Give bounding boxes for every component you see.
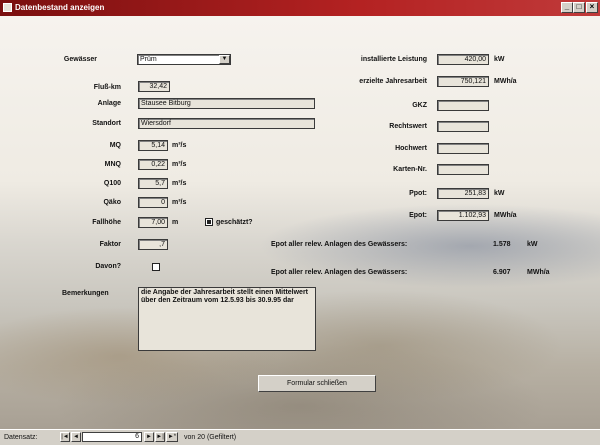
bemerkungen-text: die Angabe der Jahresarbeit stellt einen… <box>141 289 309 304</box>
mnq-label: MNQ <box>104 161 121 168</box>
new-record-button[interactable]: ►* <box>166 432 178 442</box>
jahresarbeit-label: erzielte Jahresarbeit <box>359 78 427 85</box>
hochwert-label: Hochwert <box>395 145 427 152</box>
record-count-text: von 20 (Gefiltert) <box>184 434 237 441</box>
q100-field[interactable]: 5,7 <box>138 178 168 189</box>
epot-label: Epot: <box>409 212 427 219</box>
epot-all-value: 6.907 <box>493 269 511 276</box>
davon-label: Davon? <box>95 263 121 270</box>
close-form-button[interactable]: Formular schließen <box>258 375 376 392</box>
ppot-all-label: Epot aller relev. Anlagen des Gewässers: <box>271 241 408 248</box>
q100-unit: m³/s <box>172 180 187 187</box>
qaku-label: Qäko <box>103 199 121 206</box>
faktor-field[interactable]: ,7 <box>138 239 168 250</box>
gkz-field[interactable] <box>437 100 489 111</box>
leistung-label: installierte Leistung <box>360 56 427 63</box>
mq-unit: m³/s <box>172 142 187 149</box>
kartennr-label: Karten-Nr. <box>393 166 427 173</box>
gewaesser-label: Gewässer <box>63 56 97 63</box>
rechtswert-label: Rechtswert <box>389 123 427 130</box>
hochwert-field[interactable] <box>437 143 489 154</box>
fallhoehe-label: Fallhöhe <box>92 219 121 226</box>
access-form-window: Datenbestand anzeigen _ □ × Gewässer Prü… <box>0 0 600 445</box>
leistung-unit: kW <box>494 56 505 63</box>
geschaetzt-label: geschätzt? <box>216 219 253 226</box>
gewaesser-combobox[interactable]: Prüm <box>137 54 231 65</box>
fallhoehe-unit: m <box>172 219 179 226</box>
ppot-all-value: 1.578 <box>493 241 511 248</box>
mnq-field[interactable]: 0,22 <box>138 159 168 170</box>
standort-field[interactable]: Wiersdorf <box>138 118 315 129</box>
epot-unit: MWh/a <box>494 212 517 219</box>
ppot-field[interactable]: 251,83 <box>437 188 489 199</box>
prev-record-button[interactable]: ◄ <box>71 432 81 442</box>
epot-all-unit: MWh/a <box>527 269 550 276</box>
ppot-label: Ppot: <box>409 190 427 197</box>
ppot-all-unit: kW <box>527 241 538 248</box>
ppot-unit: kW <box>494 190 505 197</box>
gewaesser-value: Prüm <box>140 56 157 63</box>
bemerkungen-label: Bemerkungen <box>62 290 109 297</box>
dropdown-arrow-icon[interactable]: ▼ <box>219 55 230 64</box>
anlage-label: Anlage <box>97 100 121 107</box>
jahresarbeit-unit: MWh/a <box>494 78 517 85</box>
mnq-unit: m³/s <box>172 161 187 168</box>
form-icon <box>3 3 12 12</box>
epot-field[interactable]: 1.102,93 <box>437 210 489 221</box>
davon-checkbox[interactable] <box>152 263 160 271</box>
geschaetzt-checkbox[interactable] <box>205 218 213 226</box>
qaku-unit: m³/s <box>172 199 187 206</box>
record-number-field[interactable]: 6 <box>82 432 142 442</box>
faktor-label: Faktor <box>99 241 121 248</box>
flusskm-label: Fluß-km <box>93 84 121 91</box>
form-body: Gewässer Prüm ▼ Fluß-km 32,42 Anlage Sta… <box>0 16 600 429</box>
window-title: Datenbestand anzeigen <box>15 3 105 12</box>
record-label: Datensatz: <box>4 434 38 441</box>
next-record-button[interactable]: ► <box>144 432 154 442</box>
maximize-button[interactable]: □ <box>573 2 585 13</box>
minimize-button[interactable]: _ <box>561 2 573 13</box>
close-button[interactable]: × <box>586 2 598 13</box>
q100-label: Q100 <box>103 180 121 187</box>
fallhoehe-field[interactable]: 7,00 <box>138 217 168 228</box>
rechtswert-field[interactable] <box>437 121 489 132</box>
record-navigation-bar: Datensatz: |◄ ◄ 6 ► ►| ►* von 20 (Gefilt… <box>0 429 600 445</box>
kartennr-field[interactable] <box>437 164 489 175</box>
title-bar: Datenbestand anzeigen _ □ × <box>0 0 600 16</box>
standort-label: Standort <box>92 120 121 127</box>
mq-label: MQ <box>109 142 121 149</box>
bemerkungen-memo[interactable]: die Angabe der Jahresarbeit stellt einen… <box>138 287 316 351</box>
leistung-field[interactable]: 420,00 <box>437 54 489 65</box>
epot-all-label: Epot aller relev. Anlagen des Gewässers: <box>271 269 408 276</box>
mq-field[interactable]: 5,14 <box>138 140 168 151</box>
qaku-field[interactable]: 0 <box>138 197 168 208</box>
last-record-button[interactable]: ►| <box>155 432 165 442</box>
gkz-label: GKZ <box>412 102 427 109</box>
anlage-field[interactable]: Stausee Bitburg <box>138 98 315 109</box>
jahresarbeit-field[interactable]: 750,121 <box>437 76 489 87</box>
flusskm-field[interactable]: 32,42 <box>138 81 170 92</box>
first-record-button[interactable]: |◄ <box>60 432 70 442</box>
